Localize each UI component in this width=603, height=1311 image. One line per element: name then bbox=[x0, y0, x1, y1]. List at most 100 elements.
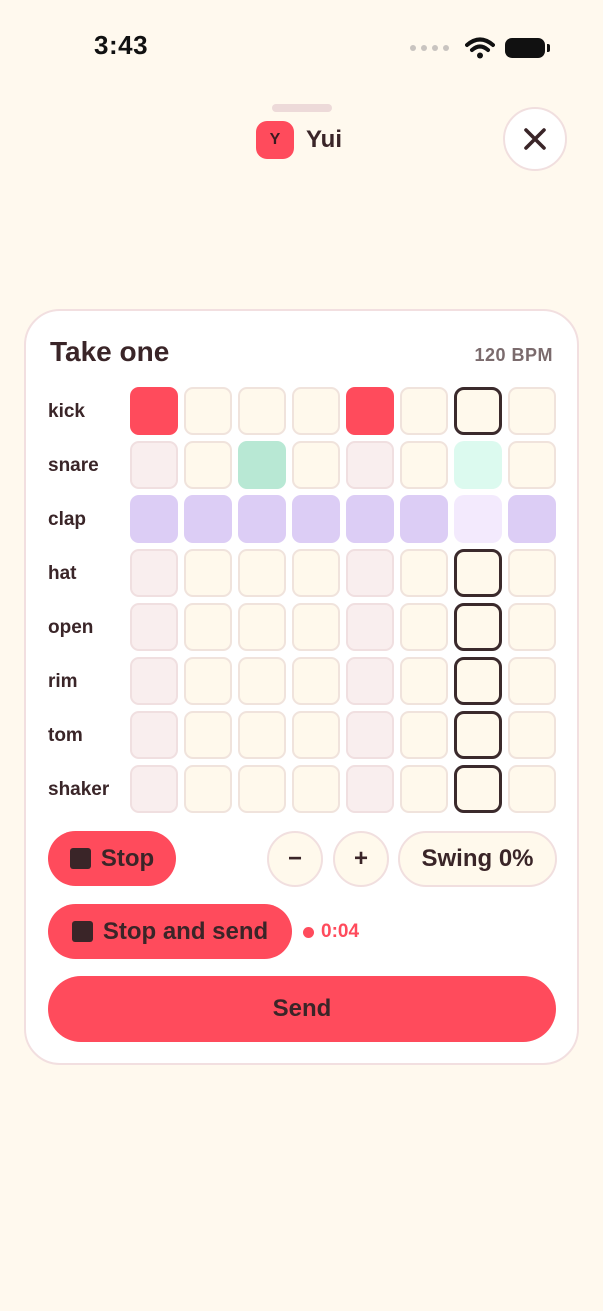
battery-icon bbox=[505, 38, 550, 58]
step-cell[interactable] bbox=[400, 549, 448, 597]
step-cell[interactable] bbox=[292, 765, 340, 813]
tempo-decrease-button[interactable]: − bbox=[267, 831, 323, 887]
stop-button-label: Stop bbox=[100, 844, 155, 872]
step-cell[interactable] bbox=[454, 711, 502, 759]
step-cell[interactable] bbox=[292, 495, 340, 543]
step-cell[interactable] bbox=[238, 603, 286, 651]
stop-icon bbox=[69, 848, 91, 869]
recording-indicator: 0:04 bbox=[303, 921, 359, 943]
step-cell[interactable] bbox=[508, 549, 556, 597]
step-cell[interactable] bbox=[238, 657, 286, 705]
plus-icon: + bbox=[353, 845, 368, 872]
step-cell[interactable] bbox=[238, 495, 286, 543]
step-cell[interactable] bbox=[130, 657, 178, 705]
step-cell[interactable] bbox=[508, 603, 556, 651]
send-button-label: Send bbox=[272, 995, 332, 1022]
track-label: clap bbox=[48, 509, 87, 530]
track-label: tom bbox=[48, 725, 83, 746]
step-cell[interactable] bbox=[508, 495, 556, 543]
step-cell[interactable] bbox=[508, 765, 556, 813]
close-button[interactable] bbox=[503, 107, 567, 171]
stop-button[interactable]: Stop bbox=[48, 831, 176, 886]
step-cell[interactable] bbox=[184, 765, 232, 813]
step-cell[interactable] bbox=[400, 657, 448, 705]
track-label: kick bbox=[48, 401, 85, 422]
track-row-open: open bbox=[26, 603, 581, 653]
swing-button-label: Swing 0% bbox=[421, 845, 534, 872]
step-cell[interactable] bbox=[238, 387, 286, 435]
sheet-grabber[interactable] bbox=[272, 104, 332, 112]
step-cell[interactable] bbox=[238, 711, 286, 759]
track-label: hat bbox=[48, 563, 77, 584]
close-icon bbox=[524, 128, 546, 150]
beat-title: Take one bbox=[50, 336, 170, 367]
step-cell[interactable] bbox=[346, 441, 394, 489]
step-cell[interactable] bbox=[454, 765, 502, 813]
step-cell[interactable] bbox=[292, 387, 340, 435]
step-cell[interactable] bbox=[130, 603, 178, 651]
step-cell[interactable] bbox=[184, 549, 232, 597]
step-cell[interactable] bbox=[292, 603, 340, 651]
step-cell[interactable] bbox=[130, 441, 178, 489]
step-cell[interactable] bbox=[130, 549, 178, 597]
step-cell[interactable] bbox=[184, 441, 232, 489]
step-cell[interactable] bbox=[346, 387, 394, 435]
beat-card: Take one 120 BPM kick snare clap hat open rim… bbox=[24, 309, 579, 1065]
avatar: Y bbox=[256, 121, 294, 159]
step-cell[interactable] bbox=[508, 387, 556, 435]
step-cell[interactable] bbox=[238, 441, 286, 489]
status-time: 3:43 bbox=[94, 30, 149, 60]
step-cell[interactable] bbox=[184, 657, 232, 705]
step-cell[interactable] bbox=[346, 711, 394, 759]
step-cell[interactable] bbox=[400, 495, 448, 543]
step-cell[interactable] bbox=[346, 603, 394, 651]
step-cell[interactable] bbox=[454, 549, 502, 597]
step-cell[interactable] bbox=[454, 441, 502, 489]
step-cell[interactable] bbox=[508, 441, 556, 489]
step-cell[interactable] bbox=[508, 657, 556, 705]
step-cell[interactable] bbox=[238, 765, 286, 813]
step-cell[interactable] bbox=[508, 711, 556, 759]
track-row-snare: snare bbox=[26, 441, 581, 491]
step-cell[interactable] bbox=[292, 441, 340, 489]
step-cell[interactable] bbox=[184, 387, 232, 435]
send-button[interactable]: Send bbox=[48, 976, 556, 1042]
step-cell[interactable] bbox=[400, 387, 448, 435]
track-label: snare bbox=[48, 455, 99, 476]
step-cell[interactable] bbox=[454, 495, 502, 543]
track-row-tom: tom bbox=[26, 711, 581, 761]
step-cell[interactable] bbox=[400, 441, 448, 489]
conversation-header: Y Yui bbox=[256, 121, 342, 159]
step-cell[interactable] bbox=[130, 495, 178, 543]
step-cell[interactable] bbox=[346, 549, 394, 597]
step-cell[interactable] bbox=[454, 387, 502, 435]
recording-dot-icon bbox=[303, 926, 314, 938]
step-cell[interactable] bbox=[292, 549, 340, 597]
step-cell[interactable] bbox=[400, 765, 448, 813]
swing-button[interactable]: Swing 0% bbox=[398, 831, 557, 887]
step-cell[interactable] bbox=[130, 765, 178, 813]
step-cell[interactable] bbox=[346, 765, 394, 813]
step-cell[interactable] bbox=[238, 549, 286, 597]
track-label: shaker bbox=[48, 779, 110, 800]
tempo-increase-button[interactable]: + bbox=[333, 831, 389, 887]
step-cell[interactable] bbox=[130, 711, 178, 759]
step-cell[interactable] bbox=[184, 495, 232, 543]
step-cell[interactable] bbox=[292, 711, 340, 759]
minus-icon: − bbox=[287, 845, 302, 872]
step-cell[interactable] bbox=[292, 657, 340, 705]
step-cell[interactable] bbox=[346, 495, 394, 543]
status-icons bbox=[410, 37, 550, 59]
step-cell[interactable] bbox=[454, 657, 502, 705]
track-row-kick: kick bbox=[26, 387, 581, 437]
wifi-icon bbox=[465, 37, 495, 59]
stop-and-send-button[interactable]: Stop and send bbox=[48, 904, 292, 959]
step-cell[interactable] bbox=[184, 603, 232, 651]
step-cell[interactable] bbox=[400, 711, 448, 759]
step-cell[interactable] bbox=[184, 711, 232, 759]
track-label: rim bbox=[48, 671, 78, 692]
step-cell[interactable] bbox=[346, 657, 394, 705]
step-cell[interactable] bbox=[130, 387, 178, 435]
step-cell[interactable] bbox=[400, 603, 448, 651]
step-cell[interactable] bbox=[454, 603, 502, 651]
